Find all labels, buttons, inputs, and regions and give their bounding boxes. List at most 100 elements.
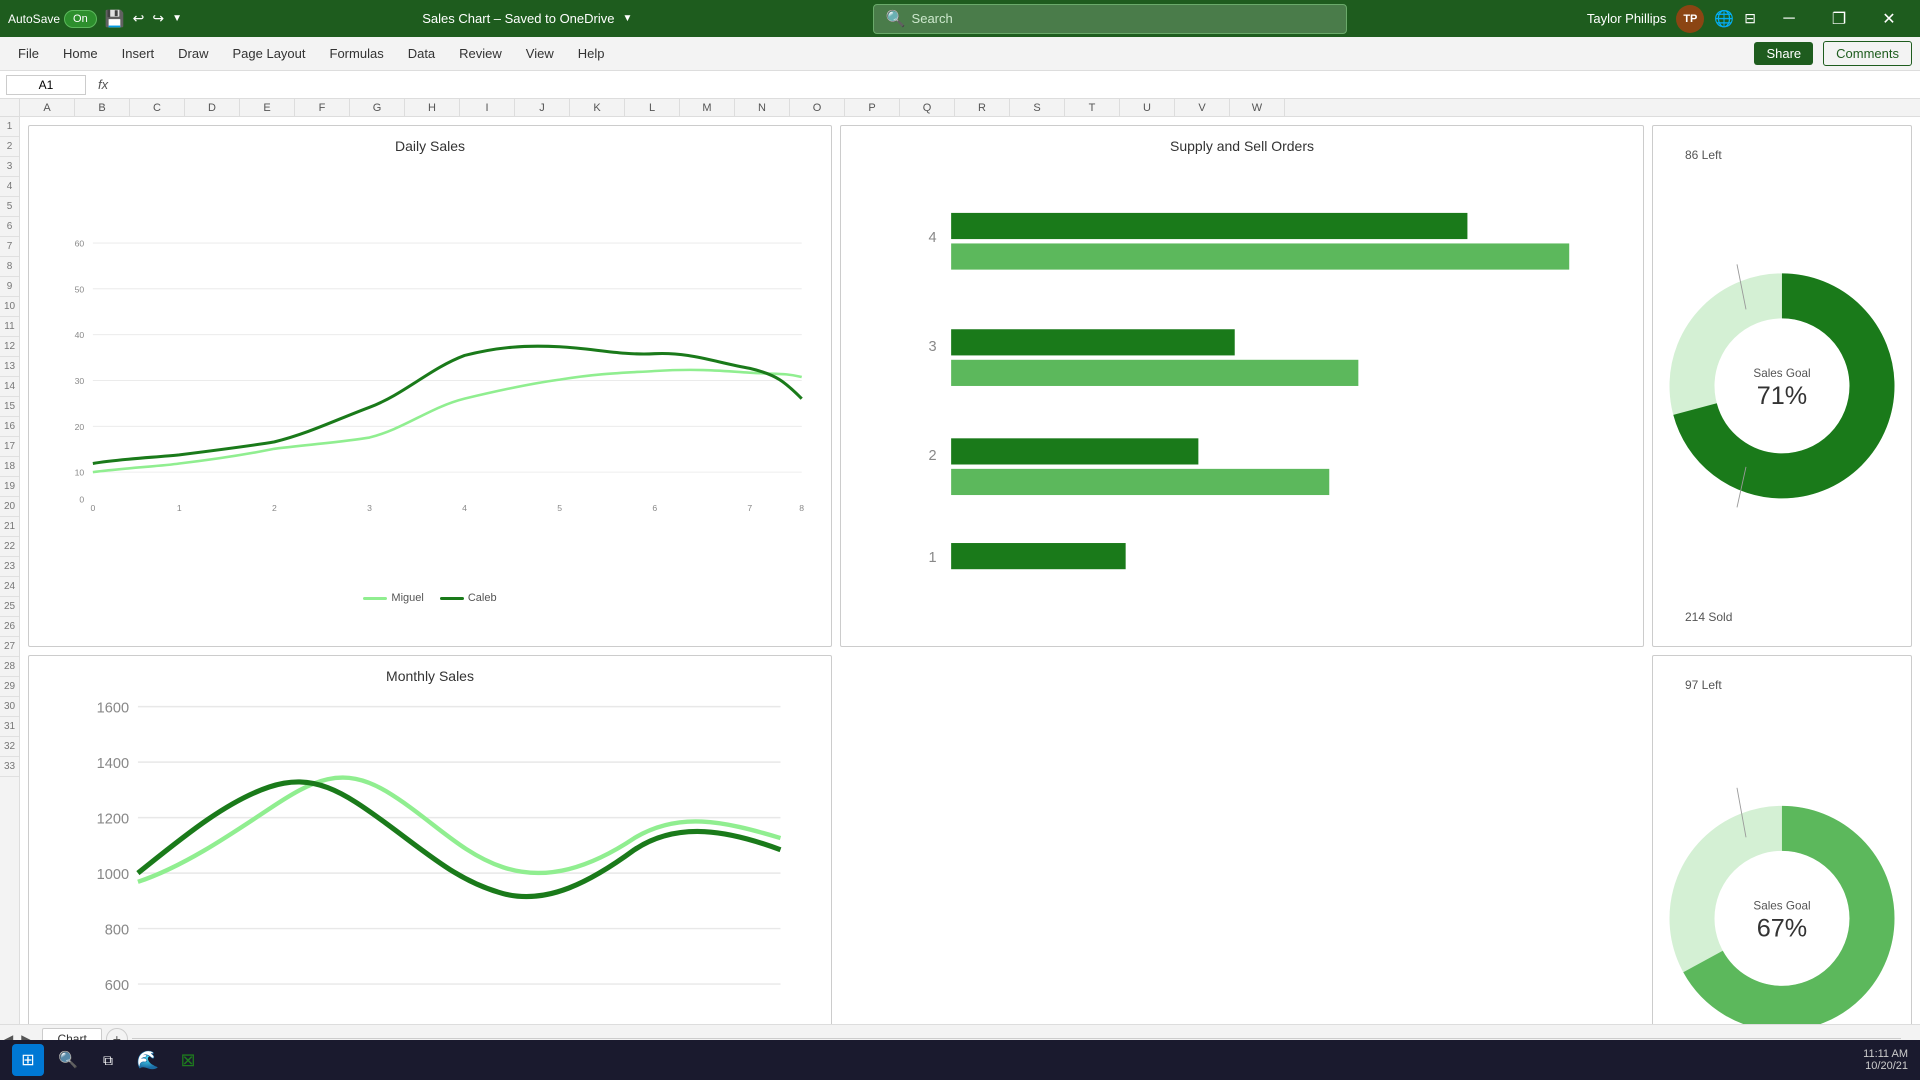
row-29[interactable]: 29 <box>0 677 19 697</box>
col-S[interactable]: S <box>1010 99 1065 116</box>
row-30[interactable]: 30 <box>0 697 19 717</box>
menu-data[interactable]: Data <box>398 42 445 65</box>
document-title: Sales Chart – Saved to OneDrive <box>422 11 614 26</box>
col-J[interactable]: J <box>515 99 570 116</box>
row-5[interactable]: 5 <box>0 197 19 217</box>
col-C[interactable]: C <box>130 99 185 116</box>
svg-text:40: 40 <box>75 330 85 340</box>
minimize-button[interactable]: ─ <box>1766 0 1812 37</box>
clock: 11:11 AM 10/20/21 <box>1863 1048 1908 1072</box>
row-1[interactable]: 1 <box>0 117 19 137</box>
row-17[interactable]: 17 <box>0 437 19 457</box>
menu-draw[interactable]: Draw <box>168 42 218 65</box>
col-M[interactable]: M <box>680 99 735 116</box>
search-bar[interactable]: 🔍 <box>873 4 1347 34</box>
autosave-toggle[interactable]: On <box>64 10 97 28</box>
task-view-button[interactable]: ⧉ <box>92 1044 124 1076</box>
autosave-badge: AutoSave On <box>8 10 97 28</box>
row-33[interactable]: 33 <box>0 757 19 777</box>
menu-view[interactable]: View <box>516 42 564 65</box>
row-13[interactable]: 13 <box>0 357 19 377</box>
legend-miguel-dot <box>363 597 387 600</box>
menu-help[interactable]: Help <box>568 42 615 65</box>
row-9[interactable]: 9 <box>0 277 19 297</box>
svg-text:2: 2 <box>928 448 936 464</box>
row-11[interactable]: 11 <box>0 317 19 337</box>
row-8[interactable]: 8 <box>0 257 19 277</box>
row-32[interactable]: 32 <box>0 737 19 757</box>
col-I[interactable]: I <box>460 99 515 116</box>
row-7[interactable]: 7 <box>0 237 19 257</box>
col-Q[interactable]: Q <box>900 99 955 116</box>
share-button[interactable]: Share <box>1754 42 1813 65</box>
row-24[interactable]: 24 <box>0 577 19 597</box>
excel-taskbar-button[interactable]: ⊠ <box>172 1044 204 1076</box>
row-22[interactable]: 22 <box>0 537 19 557</box>
row-6[interactable]: 6 <box>0 217 19 237</box>
menu-formulas[interactable]: Formulas <box>320 42 394 65</box>
row-27[interactable]: 27 <box>0 637 19 657</box>
col-V[interactable]: V <box>1175 99 1230 116</box>
row-16[interactable]: 16 <box>0 417 19 437</box>
menu-page-layout[interactable]: Page Layout <box>223 42 316 65</box>
col-P[interactable]: P <box>845 99 900 116</box>
row-15[interactable]: 15 <box>0 397 19 417</box>
supply-sell-svg: 4 3 2 1 <box>853 162 1631 598</box>
search-taskbar-button[interactable]: 🔍 <box>52 1044 84 1076</box>
redo-icon[interactable]: ↪ <box>152 10 164 27</box>
col-G[interactable]: G <box>350 99 405 116</box>
restore-button[interactable]: ❐ <box>1816 0 1862 37</box>
formula-input[interactable] <box>120 75 1914 94</box>
row-23[interactable]: 23 <box>0 557 19 577</box>
col-W[interactable]: W <box>1230 99 1285 116</box>
col-E[interactable]: E <box>240 99 295 116</box>
row-4[interactable]: 4 <box>0 177 19 197</box>
col-U[interactable]: U <box>1120 99 1175 116</box>
dropdown-icon[interactable]: ▼ <box>172 13 182 24</box>
col-R[interactable]: R <box>955 99 1010 116</box>
row-21[interactable]: 21 <box>0 517 19 537</box>
row-3[interactable]: 3 <box>0 157 19 177</box>
ribbon-icon[interactable]: ⊟ <box>1744 10 1756 27</box>
cell-reference[interactable] <box>6 75 86 95</box>
bar-2a <box>951 438 1198 464</box>
row-19[interactable]: 19 <box>0 477 19 497</box>
row-14[interactable]: 14 <box>0 377 19 397</box>
undo-icon[interactable]: ↩ <box>133 10 145 27</box>
doc-dropdown-icon[interactable]: ▼ <box>622 13 632 24</box>
menu-home[interactable]: Home <box>53 42 108 65</box>
row-10[interactable]: 10 <box>0 297 19 317</box>
row-2[interactable]: 2 <box>0 137 19 157</box>
start-button[interactable]: ⊞ <box>12 1044 44 1076</box>
row-12[interactable]: 12 <box>0 337 19 357</box>
col-F[interactable]: F <box>295 99 350 116</box>
edge-taskbar-button[interactable]: 🌊 <box>132 1044 164 1076</box>
col-H[interactable]: H <box>405 99 460 116</box>
col-L[interactable]: L <box>625 99 680 116</box>
col-N[interactable]: N <box>735 99 790 116</box>
col-K[interactable]: K <box>570 99 625 116</box>
donut-chart-2: 97 Left Sales Goal 67% <box>1652 655 1912 1024</box>
menu-insert[interactable]: Insert <box>112 42 165 65</box>
row-28[interactable]: 28 <box>0 657 19 677</box>
row-25[interactable]: 25 <box>0 597 19 617</box>
col-D[interactable]: D <box>185 99 240 116</box>
daily-sales-chart: Daily Sales 60 50 40 30 20 10 0 <box>28 125 832 647</box>
row-18[interactable]: 18 <box>0 457 19 477</box>
row-31[interactable]: 31 <box>0 717 19 737</box>
col-T[interactable]: T <box>1065 99 1120 116</box>
cloud-icon[interactable]: 🌐 <box>1714 9 1734 29</box>
menu-file[interactable]: File <box>8 42 49 65</box>
row-26[interactable]: 26 <box>0 617 19 637</box>
menu-review[interactable]: Review <box>449 42 512 65</box>
col-B[interactable]: B <box>75 99 130 116</box>
svg-text:7: 7 <box>747 503 752 513</box>
col-O[interactable]: O <box>790 99 845 116</box>
comments-button[interactable]: Comments <box>1823 41 1912 66</box>
row-20[interactable]: 20 <box>0 497 19 517</box>
close-button[interactable]: ✕ <box>1866 0 1912 37</box>
search-input[interactable] <box>912 11 1334 26</box>
svg-text:0: 0 <box>90 503 95 513</box>
save-icon[interactable]: 💾 <box>105 9 125 29</box>
col-A[interactable]: A <box>20 99 75 116</box>
